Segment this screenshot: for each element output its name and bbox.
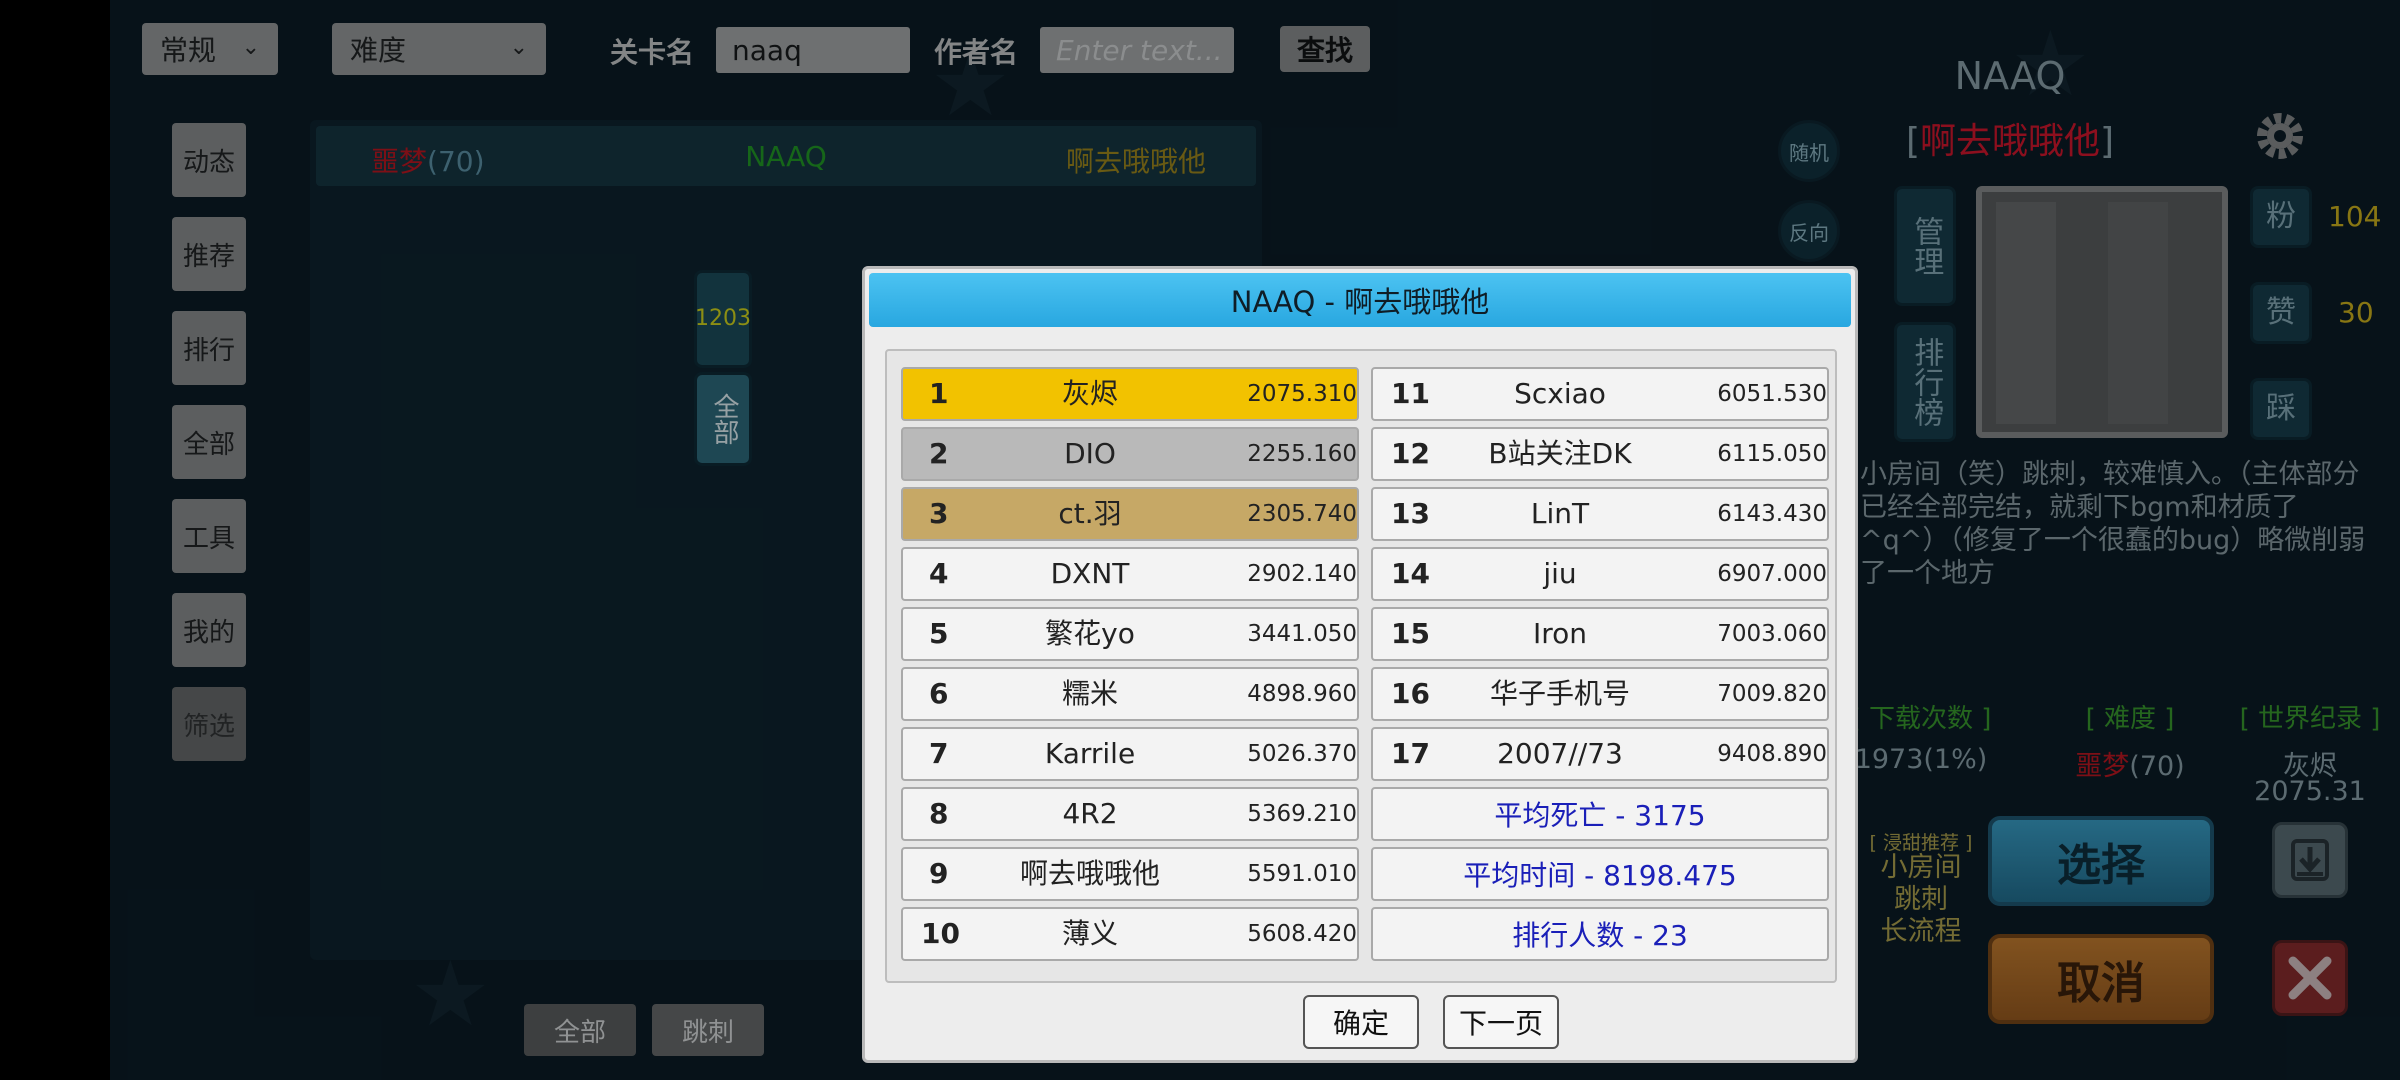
rank-number: 11: [1391, 377, 1430, 410]
player-time: 7009.820: [1717, 681, 1827, 707]
rank-number: 15: [1391, 617, 1430, 650]
rank-number: 12: [1391, 437, 1430, 470]
rank-number: 7: [929, 737, 949, 770]
leaderboard-row[interactable]: 7 Karrile 5026.370: [901, 727, 1359, 781]
player-time: 7003.060: [1717, 621, 1827, 647]
leaderboard-row[interactable]: 14 jiu 6907.000: [1371, 547, 1829, 601]
leaderboard-stat: 排行人数 - 23: [1371, 907, 1829, 961]
player-name: DXNT: [1050, 557, 1130, 590]
leaderboard-row[interactable]: 16 华子手机号 7009.820: [1371, 667, 1829, 721]
player-name: ct.羽: [1058, 497, 1122, 530]
player-name: 啊去哦哦他: [1019, 857, 1160, 890]
leaderboard-dialog: NAAQ - 啊去哦哦他 1 灰烬 2075.310 2 DIO 2255.160 3 ct.…: [862, 266, 1858, 1063]
next-page-button[interactable]: 下一页: [1443, 995, 1559, 1049]
player-time: 3441.050: [1247, 621, 1357, 647]
rank-number: 4: [929, 557, 949, 590]
rank-number: 2: [929, 437, 949, 470]
leaderboard-row[interactable]: 13 LinT 6143.430: [1371, 487, 1829, 541]
player-name: 繁花yo: [1045, 617, 1135, 650]
player-name: Scxiao: [1514, 377, 1606, 410]
player-name: 灰烬: [1061, 377, 1118, 410]
player-name: 薄义: [1061, 917, 1118, 950]
rank-number: 13: [1391, 497, 1430, 530]
leaderboard-row[interactable]: 1 灰烬 2075.310: [901, 367, 1359, 421]
rank-number: 14: [1391, 557, 1430, 590]
player-time: 6143.430: [1717, 501, 1827, 527]
player-time: 2902.140: [1247, 561, 1357, 587]
player-time: 2305.740: [1247, 501, 1357, 527]
leaderboard-row[interactable]: 6 糯米 4898.960: [901, 667, 1359, 721]
leaderboard-row[interactable]: 5 繁花yo 3441.050: [901, 607, 1359, 661]
player-time: 5369.210: [1247, 801, 1357, 827]
leaderboard-stat: 平均时间 - 8198.475: [1371, 847, 1829, 901]
rank-number: 16: [1391, 677, 1430, 710]
player-name: Iron: [1532, 617, 1588, 650]
player-time: 6115.050: [1717, 441, 1827, 467]
rank-number: 6: [929, 677, 949, 710]
player-time: 4898.960: [1247, 681, 1357, 707]
leaderboard-row[interactable]: 8 4R2 5369.210: [901, 787, 1359, 841]
leaderboard-row[interactable]: 12 B站关注DK 6115.050: [1371, 427, 1829, 481]
player-name: 2007//73: [1497, 737, 1623, 770]
player-name: 糯米: [1061, 677, 1118, 710]
player-time: 6051.530: [1717, 381, 1827, 407]
dialog-title: NAAQ - 啊去哦哦他: [869, 273, 1851, 327]
player-name: 华子手机号: [1489, 677, 1630, 710]
player-name: LinT: [1530, 497, 1590, 530]
player-time: 5026.370: [1247, 741, 1357, 767]
player-name: DIO: [1064, 437, 1116, 470]
rank-number: 8: [929, 797, 949, 830]
player-time: 9408.890: [1717, 741, 1827, 767]
leaderboard-row[interactable]: 15 Iron 7003.060: [1371, 607, 1829, 661]
game-screen: ★ ★ ★ ★ ★ ★ 常规 ⌄ 难度 ⌄ 关卡名 naaq 作者名 Enter…: [110, 0, 2400, 1080]
leaderboard-stat: 平均死亡 - 3175: [1371, 787, 1829, 841]
leaderboard-row[interactable]: 17 2007//73 9408.890: [1371, 727, 1829, 781]
leaderboard-row[interactable]: 2 DIO 2255.160: [901, 427, 1359, 481]
player-time: 2075.310: [1247, 381, 1357, 407]
player-name: B站关注DK: [1488, 437, 1632, 470]
leaderboard-row[interactable]: 9 啊去哦哦他 5591.010: [901, 847, 1359, 901]
player-name: jiu: [1543, 557, 1577, 590]
leaderboard-table: 1 灰烬 2075.310 2 DIO 2255.160 3 ct.羽 2305.740 4 DXN…: [885, 349, 1837, 983]
leaderboard-row[interactable]: 4 DXNT 2902.140: [901, 547, 1359, 601]
player-time: 5608.420: [1247, 921, 1357, 947]
player-time: 6907.000: [1717, 561, 1827, 587]
leaderboard-row[interactable]: 10 薄义 5608.420: [901, 907, 1359, 961]
player-time: 2255.160: [1247, 441, 1357, 467]
rank-number: 1: [929, 377, 949, 410]
rank-number: 10: [921, 917, 960, 950]
rank-number: 5: [929, 617, 949, 650]
player-name: Karrile: [1044, 737, 1136, 770]
player-time: 5591.010: [1247, 861, 1357, 887]
player-name: 4R2: [1062, 797, 1118, 830]
rank-number: 3: [929, 497, 949, 530]
leaderboard-row[interactable]: 3 ct.羽 2305.740: [901, 487, 1359, 541]
rank-number: 9: [929, 857, 949, 890]
confirm-button[interactable]: 确定: [1303, 995, 1419, 1049]
leaderboard-row[interactable]: 11 Scxiao 6051.530: [1371, 367, 1829, 421]
rank-number: 17: [1391, 737, 1430, 770]
